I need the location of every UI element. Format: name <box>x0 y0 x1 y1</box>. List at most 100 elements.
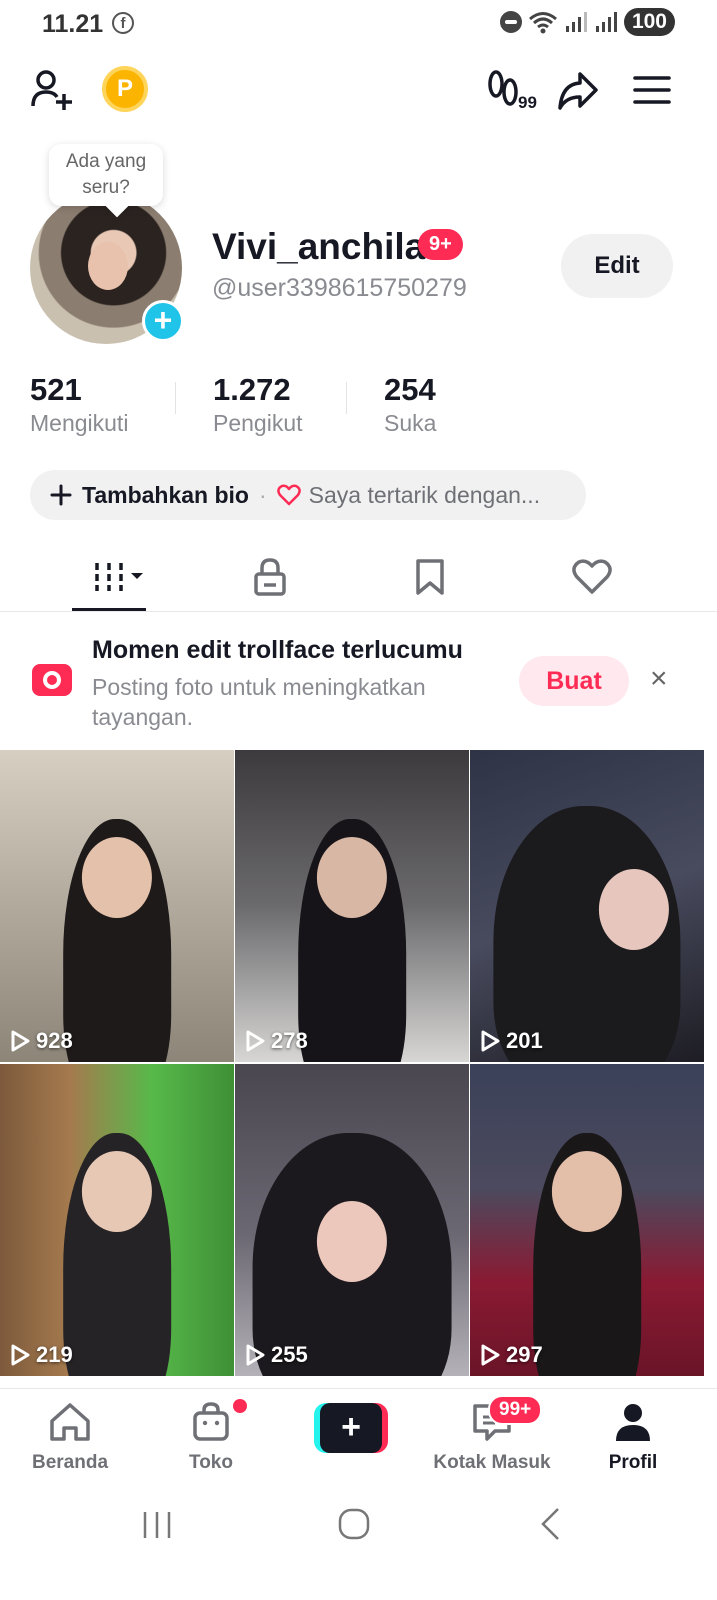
thumbnail-face <box>81 1151 153 1233</box>
view-count-value: 928 <box>36 1028 73 1053</box>
video-thumbnail[interactable]: 928 <box>0 750 234 1062</box>
view-count: 201 <box>480 1028 543 1054</box>
camera-icon <box>32 664 72 696</box>
home-icon <box>50 1403 90 1441</box>
play-icon <box>11 1344 30 1366</box>
facebook-notification-icon: f <box>112 12 134 34</box>
video-thumbnail[interactable]: 278 <box>235 750 469 1062</box>
create-plus-icon: + <box>320 1403 382 1453</box>
videos-grid-icon <box>95 563 143 591</box>
nav-home[interactable]: Beranda <box>0 1401 140 1474</box>
add-story-button[interactable]: + <box>142 300 184 342</box>
view-count-value: 219 <box>36 1342 73 1367</box>
banner-title: Momen edit trollface terlucumu <box>92 636 463 664</box>
video-thumbnail[interactable]: 297 <box>470 1064 704 1376</box>
nav-shop-label: Toko <box>189 1452 233 1473</box>
coins-button[interactable]: P <box>102 66 148 112</box>
signal-icon-2 <box>595 12 617 32</box>
view-count-value: 201 <box>506 1028 543 1053</box>
stat-following-value: 521 <box>30 372 82 407</box>
tab-liked[interactable] <box>562 554 622 600</box>
battery-indicator: 100 <box>623 8 675 36</box>
stat-likes-value: 254 <box>384 372 436 407</box>
inbox-badge: 99+ <box>488 1395 543 1425</box>
footprint-icon: 99 <box>488 70 537 112</box>
do-not-disturb-icon <box>499 11 522 33</box>
nav-shop[interactable]: Toko <box>141 1401 281 1474</box>
back-icon[interactable] <box>538 1506 562 1542</box>
share-profile-button[interactable] <box>556 68 600 112</box>
thumbnail-face <box>551 1151 623 1233</box>
stat-followers-value: 1.272 <box>213 372 291 407</box>
heart-icon <box>276 484 301 506</box>
thumbnail-face <box>316 837 388 919</box>
tab-saved[interactable] <box>400 554 460 600</box>
view-count-value: 297 <box>506 1342 543 1367</box>
tab-active-indicator <box>72 608 146 611</box>
nav-profile-label: Profil <box>608 1452 658 1473</box>
close-icon[interactable]: × <box>650 662 668 696</box>
stat-likes-label: Suka <box>384 410 437 436</box>
avatar-face <box>88 242 128 290</box>
shop-notification-dot <box>233 1399 247 1413</box>
play-icon <box>11 1030 30 1052</box>
notification-badge[interactable]: 9+ <box>418 229 463 260</box>
profile-username: Vivi_anchila <box>212 226 426 267</box>
view-count: 928 <box>10 1028 73 1054</box>
bio-pill[interactable]: Tambahkan bio · Saya tertarik dengan... <box>30 470 586 520</box>
create-video-button[interactable]: + <box>314 1403 388 1453</box>
video-thumbnail[interactable]: 201 <box>470 750 704 1062</box>
plus-icon <box>50 484 72 506</box>
footprint-button[interactable]: 99 <box>486 68 544 112</box>
video-thumbnail[interactable]: 219 <box>0 1064 234 1376</box>
add-user-icon <box>31 70 72 110</box>
play-icon <box>481 1030 500 1052</box>
stat-followers[interactable]: 1.272 Pengikut <box>213 372 303 437</box>
signal-icon <box>565 12 587 32</box>
nav-home-label: Beranda <box>31 1452 109 1473</box>
tab-videos[interactable] <box>82 554 148 600</box>
add-friend-button[interactable] <box>30 68 74 112</box>
create-button[interactable]: Buat <box>519 656 629 706</box>
stat-likes[interactable]: 254 Suka <box>384 372 436 437</box>
play-icon <box>246 1344 265 1366</box>
play-icon <box>246 1030 265 1052</box>
thumbnail-face <box>598 868 669 950</box>
view-count-value: 255 <box>271 1342 308 1367</box>
stat-followers-label: Pengikut <box>213 410 303 436</box>
shopping-bag-icon <box>193 1402 229 1441</box>
bottom-navigation: Beranda Toko + Kotak Masuk 99+ Profil <box>0 1388 717 1480</box>
menu-button[interactable] <box>632 70 672 110</box>
video-grid: 928 278 201 219 255 297 <box>0 750 704 1376</box>
separator-dot: · <box>259 481 267 508</box>
edit-profile-button[interactable]: Edit <box>561 234 673 298</box>
wifi-icon <box>528 12 557 34</box>
stat-divider <box>346 382 347 414</box>
profile-handle: @user3398615750279 <box>212 274 467 302</box>
video-thumbnail[interactable]: 255 <box>235 1064 469 1376</box>
thumbnail-face <box>316 1201 388 1283</box>
tab-private[interactable] <box>240 554 300 600</box>
profile-tabs <box>0 544 717 612</box>
nav-profile[interactable]: Profil <box>563 1401 703 1474</box>
stat-following[interactable]: 521 Mengikuti <box>30 372 128 437</box>
lock-icon <box>254 558 286 596</box>
view-count-value: 278 <box>271 1028 308 1053</box>
recent-apps-icon[interactable] <box>140 1508 174 1542</box>
avatar-tooltip[interactable]: Ada yang seru? <box>49 144 163 206</box>
nav-inbox-label: Kotak Masuk <box>433 1452 551 1473</box>
top-navigation: P 99 <box>0 60 717 120</box>
play-icon <box>481 1344 500 1366</box>
stat-following-label: Mengikuti <box>30 410 129 436</box>
status-icons: 100 <box>499 8 675 36</box>
status-time: 11.21 <box>42 10 104 38</box>
view-count: 297 <box>480 1342 543 1368</box>
svg-text:99: 99 <box>518 93 537 112</box>
home-system-icon[interactable] <box>336 1506 372 1542</box>
interest-label[interactable]: Saya tertarik dengan... <box>309 482 540 509</box>
profile-icon <box>616 1404 650 1441</box>
thumbnail-face <box>81 837 153 919</box>
view-count: 278 <box>245 1028 308 1054</box>
add-bio-label[interactable]: Tambahkan bio <box>82 482 249 509</box>
bookmark-icon <box>416 559 444 595</box>
